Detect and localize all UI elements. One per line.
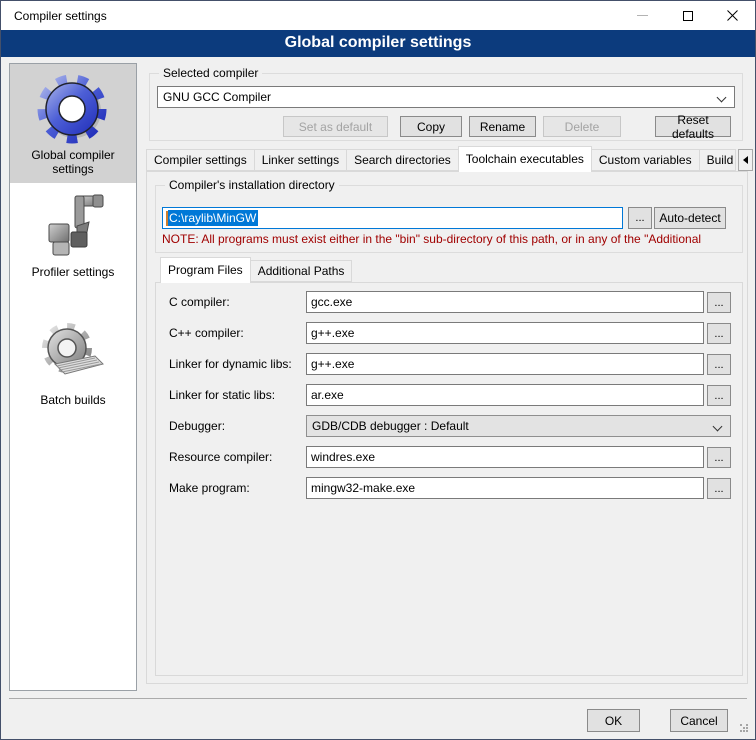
- tab-compiler-settings[interactable]: Compiler settings: [146, 149, 255, 171]
- cancel-button[interactable]: Cancel: [670, 709, 728, 732]
- subtab-additional-paths[interactable]: Additional Paths: [251, 260, 353, 282]
- tab-toolchain-executables[interactable]: Toolchain executables: [458, 146, 592, 172]
- debugger-select-value: GDB/CDB debugger : Default: [312, 419, 469, 433]
- set-as-default-button[interactable]: Set as default: [283, 116, 388, 137]
- tab-linker-settings[interactable]: Linker settings: [255, 149, 347, 171]
- sidebar-item-batch-builds[interactable]: Batch builds: [10, 318, 136, 416]
- profiler-caliper-icon: [37, 190, 109, 262]
- linker-dynamic-input[interactable]: [306, 353, 704, 375]
- installation-directory-note: NOTE: All programs must exist either in …: [162, 232, 740, 246]
- close-button[interactable]: [710, 1, 755, 30]
- sidebar-item-profiler-settings[interactable]: Profiler settings: [10, 190, 136, 290]
- linker-dynamic-browse-button[interactable]: ...: [707, 354, 731, 375]
- c-compiler-label: C compiler:: [169, 291, 230, 313]
- make-program-browse-button[interactable]: ...: [707, 478, 731, 499]
- linker-static-browse-button[interactable]: ...: [707, 385, 731, 406]
- make-program-label: Make program:: [169, 477, 250, 499]
- linker-static-input[interactable]: [306, 384, 704, 406]
- batch-gear-stack-icon: [37, 318, 109, 390]
- window-title: Compiler settings: [1, 9, 107, 23]
- resource-compiler-input[interactable]: [306, 446, 704, 468]
- compiler-select-value: GNU GCC Compiler: [163, 90, 271, 104]
- c-compiler-input[interactable]: [306, 291, 704, 313]
- window-controls: [620, 1, 755, 30]
- sidebar-item-label: Batch builds: [40, 393, 105, 407]
- cpp-compiler-input[interactable]: [306, 322, 704, 344]
- dialog-header: Global compiler settings: [1, 30, 755, 57]
- tab-scroll-left-icon: [743, 156, 748, 164]
- maximize-icon: [683, 11, 693, 21]
- chevron-down-icon: [717, 93, 727, 103]
- compiler-select[interactable]: GNU GCC Compiler: [157, 86, 735, 108]
- sidebar-item-label: Global compiler settings: [31, 148, 114, 176]
- minimize-icon: [637, 15, 648, 16]
- chevron-down-icon: [713, 422, 723, 432]
- toolchain-executables-panel: Compiler's installation directory C:\ray…: [146, 171, 748, 684]
- tab-search-directories[interactable]: Search directories: [347, 149, 459, 171]
- reset-defaults-button[interactable]: Reset defaults: [655, 116, 731, 137]
- linker-static-label: Linker for static libs:: [169, 384, 275, 406]
- minimize-button[interactable]: [620, 1, 665, 30]
- files-subtabbar: Program Files Additional Paths: [161, 258, 352, 282]
- program-files-panel: C compiler: ... C++ compiler: ... Linker…: [155, 282, 743, 676]
- selected-compiler-group: Selected compiler GNU GCC Compiler Set a…: [149, 73, 743, 141]
- installation-directory-value: C:\raylib\MinGW: [168, 210, 258, 226]
- copy-button[interactable]: Copy: [400, 116, 462, 137]
- sidebar-item-label: Profiler settings: [32, 265, 115, 279]
- titlebar[interactable]: Compiler settings: [1, 1, 755, 30]
- resource-compiler-label: Resource compiler:: [169, 446, 272, 468]
- dialog-body: Global compiler settings: [2, 58, 754, 738]
- resource-compiler-browse-button[interactable]: ...: [707, 447, 731, 468]
- debugger-label: Debugger:: [169, 415, 225, 437]
- tab-scroll-left-button[interactable]: [738, 149, 753, 171]
- make-program-input[interactable]: [306, 477, 704, 499]
- settings-category-list: Global compiler settings: [9, 63, 137, 691]
- blue-gear-icon: [37, 73, 109, 145]
- footer-divider: [9, 698, 747, 699]
- cpp-compiler-label: C++ compiler:: [169, 322, 244, 344]
- ok-button[interactable]: OK: [587, 709, 640, 732]
- installation-directory-group: Compiler's installation directory C:\ray…: [155, 185, 743, 253]
- installation-directory-browse-button[interactable]: ...: [628, 207, 652, 229]
- debugger-select[interactable]: GDB/CDB debugger : Default: [306, 415, 731, 437]
- close-icon: [727, 10, 738, 21]
- rename-button[interactable]: Rename: [469, 116, 536, 137]
- maximize-button[interactable]: [665, 1, 710, 30]
- selected-compiler-legend: Selected compiler: [159, 66, 262, 80]
- resize-grip[interactable]: [740, 724, 742, 726]
- cpp-compiler-browse-button[interactable]: ...: [707, 323, 731, 344]
- auto-detect-button[interactable]: Auto-detect: [654, 207, 726, 229]
- compiler-settings-dialog: Compiler settings Global compiler settin…: [0, 0, 756, 740]
- installation-directory-input[interactable]: C:\raylib\MinGW: [162, 207, 623, 229]
- main-tabbar: Compiler settings Linker settings Search…: [146, 147, 756, 171]
- tab-custom-variables[interactable]: Custom variables: [592, 149, 700, 171]
- subtab-program-files[interactable]: Program Files: [160, 257, 251, 283]
- c-compiler-browse-button[interactable]: ...: [707, 292, 731, 313]
- tab-build-options[interactable]: Build options: [700, 149, 736, 171]
- installation-directory-legend: Compiler's installation directory: [165, 178, 339, 192]
- sidebar-item-global-compiler-settings[interactable]: Global compiler settings: [10, 64, 136, 183]
- delete-button[interactable]: Delete: [543, 116, 621, 137]
- linker-dynamic-label: Linker for dynamic libs:: [169, 353, 292, 375]
